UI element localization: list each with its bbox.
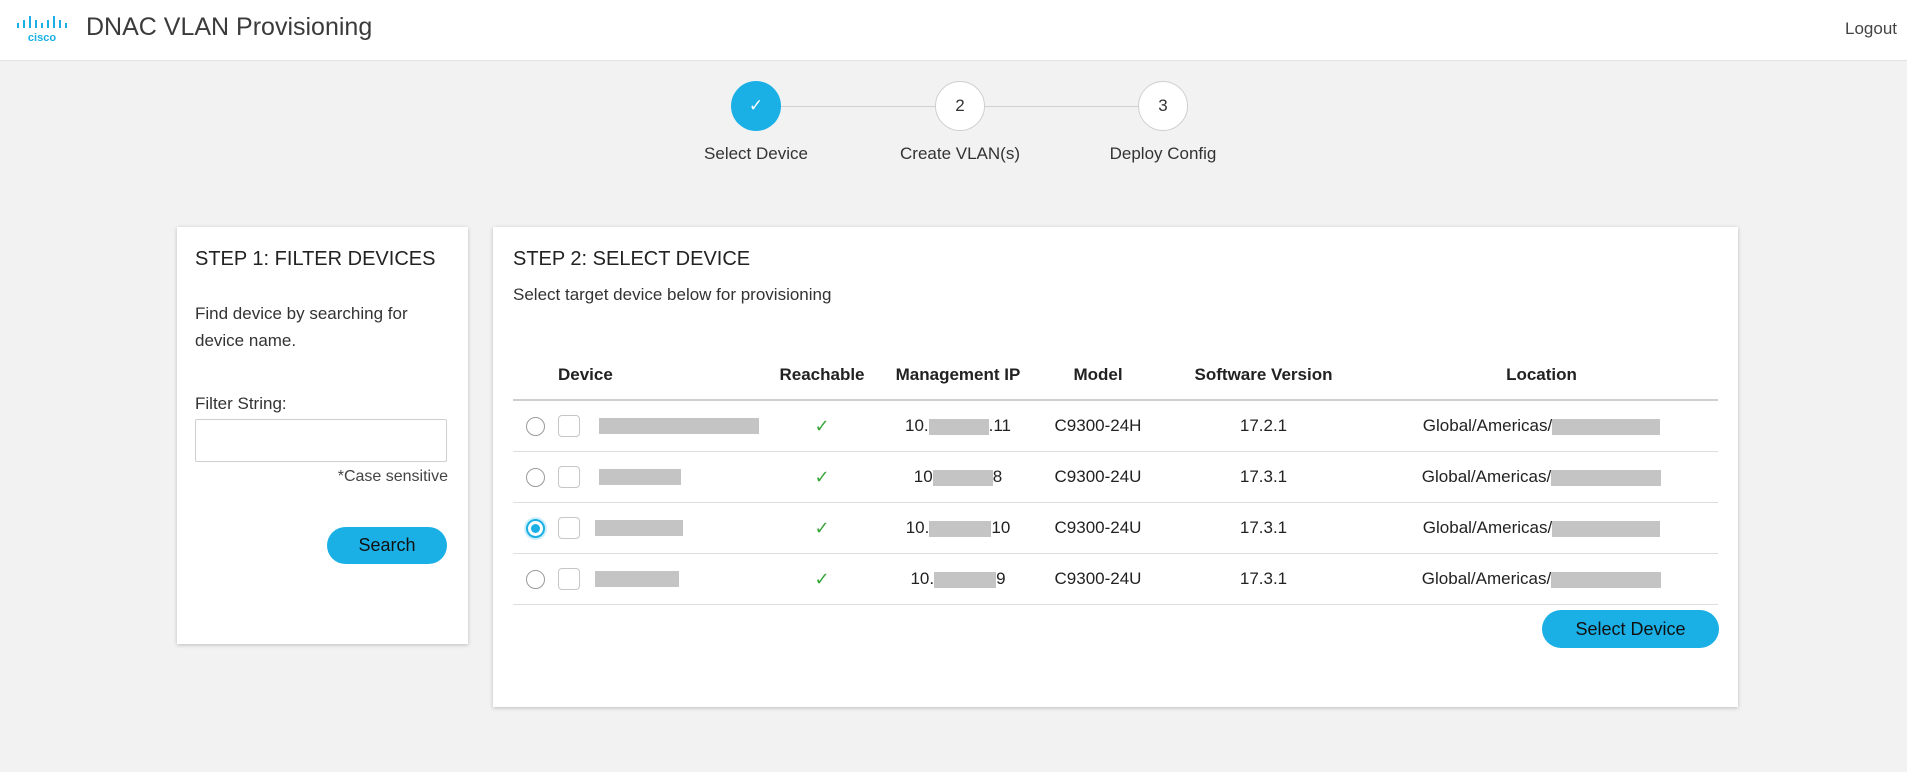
model-cell: C9300-24H — [1034, 400, 1162, 452]
table-row[interactable]: ✓ 10. .11 C9300-24H 17.2.1 Global/America… — [513, 400, 1718, 452]
step-1-marker: ✓ — [731, 81, 781, 131]
location-cell: Global/Americas/ — [1365, 553, 1718, 605]
management-ip-cell: 10. 9 — [882, 553, 1034, 605]
logout-link[interactable]: Logout — [1845, 19, 1897, 39]
filter-description: Find device by searching for device name… — [195, 304, 408, 350]
model-cell: C9300-24U — [1034, 451, 1162, 503]
stepper-connector — [985, 106, 1139, 107]
switch-icon — [558, 568, 580, 590]
redacted-device-name — [598, 469, 681, 485]
reachable-check-icon: ✓ — [814, 415, 830, 436]
software-version-cell: 17.3.1 — [1162, 451, 1365, 503]
step-2-marker: 2 — [935, 81, 985, 131]
table-row[interactable]: ✓ 10. 10 C9300-24U 17.3.1 Global/Americas… — [513, 502, 1718, 554]
select-card-title: STEP 2: SELECT DEVICE — [513, 248, 751, 270]
redacted-location — [1552, 418, 1661, 435]
cisco-logo-icon: cisco — [17, 16, 67, 44]
software-version-cell: 17.3.1 — [1162, 502, 1365, 554]
column-header-device: Device — [557, 350, 762, 401]
device-radio[interactable] — [525, 519, 545, 538]
column-header-location: Location — [1365, 350, 1718, 401]
device-table: Device Reachable Management IP Model Sof… — [513, 350, 1718, 605]
location-cell: Global/Americas/ — [1365, 502, 1718, 554]
device-radio[interactable] — [525, 417, 545, 436]
filter-field-label: Filter String: — [195, 394, 287, 413]
redacted-ip — [932, 469, 993, 486]
step-2-label: Create VLAN(s) — [900, 144, 1020, 163]
model-cell: C9300-24U — [1034, 502, 1162, 554]
redacted-ip — [934, 571, 997, 588]
column-header-model: Model — [1034, 350, 1162, 401]
redacted-device-name — [594, 520, 683, 536]
reachable-check-icon: ✓ — [814, 517, 830, 538]
step-1-label: Select Device — [704, 144, 808, 163]
select-column-header — [513, 350, 557, 401]
redacted-location — [1551, 571, 1662, 588]
management-ip-cell: 10. 10 — [882, 502, 1034, 554]
column-header-software-version: Software Version — [1162, 350, 1365, 401]
redacted-ip — [928, 418, 989, 435]
management-ip-cell: 10. .11 — [882, 400, 1034, 452]
table-header-row: Device Reachable Management IP Model Sof… — [513, 350, 1718, 401]
model-cell: C9300-24U — [1034, 553, 1162, 605]
app-title: DNAC VLAN Provisioning — [86, 13, 373, 41]
select-device-button[interactable]: Select Device — [1542, 610, 1719, 648]
table-row[interactable]: ✓ 10 8 C9300-24U 17.3.1 Global/Americas/ — [513, 451, 1718, 503]
filter-card-title: STEP 1: FILTER DEVICES — [195, 248, 436, 270]
svg-text:cisco: cisco — [28, 32, 56, 44]
select-device-card: STEP 2: SELECT DEVICE Select target devi… — [493, 227, 1738, 707]
checkmark-icon: ✓ — [748, 96, 764, 115]
column-header-management-ip: Management IP — [882, 350, 1034, 401]
case-sensitive-hint: *Case sensitive — [337, 468, 448, 485]
device-radio[interactable] — [525, 468, 545, 487]
reachable-check-icon: ✓ — [814, 568, 830, 589]
location-cell: Global/Americas/ — [1365, 451, 1718, 503]
switch-icon — [558, 466, 580, 488]
device-radio[interactable] — [525, 570, 545, 589]
column-header-reachable: Reachable — [762, 350, 882, 401]
software-version-cell: 17.3.1 — [1162, 553, 1365, 605]
redacted-ip — [929, 520, 992, 537]
software-version-cell: 17.2.1 — [1162, 400, 1365, 452]
redacted-location — [1552, 520, 1661, 537]
switch-icon — [558, 415, 580, 437]
stepper-connector — [781, 106, 940, 107]
redacted-device-name — [594, 571, 679, 587]
top-bar: cisco DNAC VLAN Provisioning Logout — [0, 0, 1907, 61]
location-cell: Global/Americas/ — [1365, 400, 1718, 452]
step-2-number: 2 — [955, 96, 965, 115]
management-ip-cell: 10 8 — [882, 451, 1034, 503]
step-3-marker: 3 — [1138, 81, 1188, 131]
search-button[interactable]: Search — [327, 527, 447, 564]
filter-string-input[interactable] — [195, 419, 447, 462]
step-3-number: 3 — [1158, 96, 1168, 115]
select-card-subtitle: Select target device below for provision… — [513, 285, 832, 304]
redacted-location — [1551, 469, 1662, 486]
switch-icon — [558, 517, 580, 539]
filter-devices-card: STEP 1: FILTER DEVICES Find device by se… — [177, 227, 468, 644]
table-row[interactable]: ✓ 10. 9 C9300-24U 17.3.1 Global/Americas/ — [513, 553, 1718, 605]
redacted-device-name — [598, 418, 759, 434]
step-3-label: Deploy Config — [1109, 144, 1217, 163]
reachable-check-icon: ✓ — [814, 466, 830, 487]
